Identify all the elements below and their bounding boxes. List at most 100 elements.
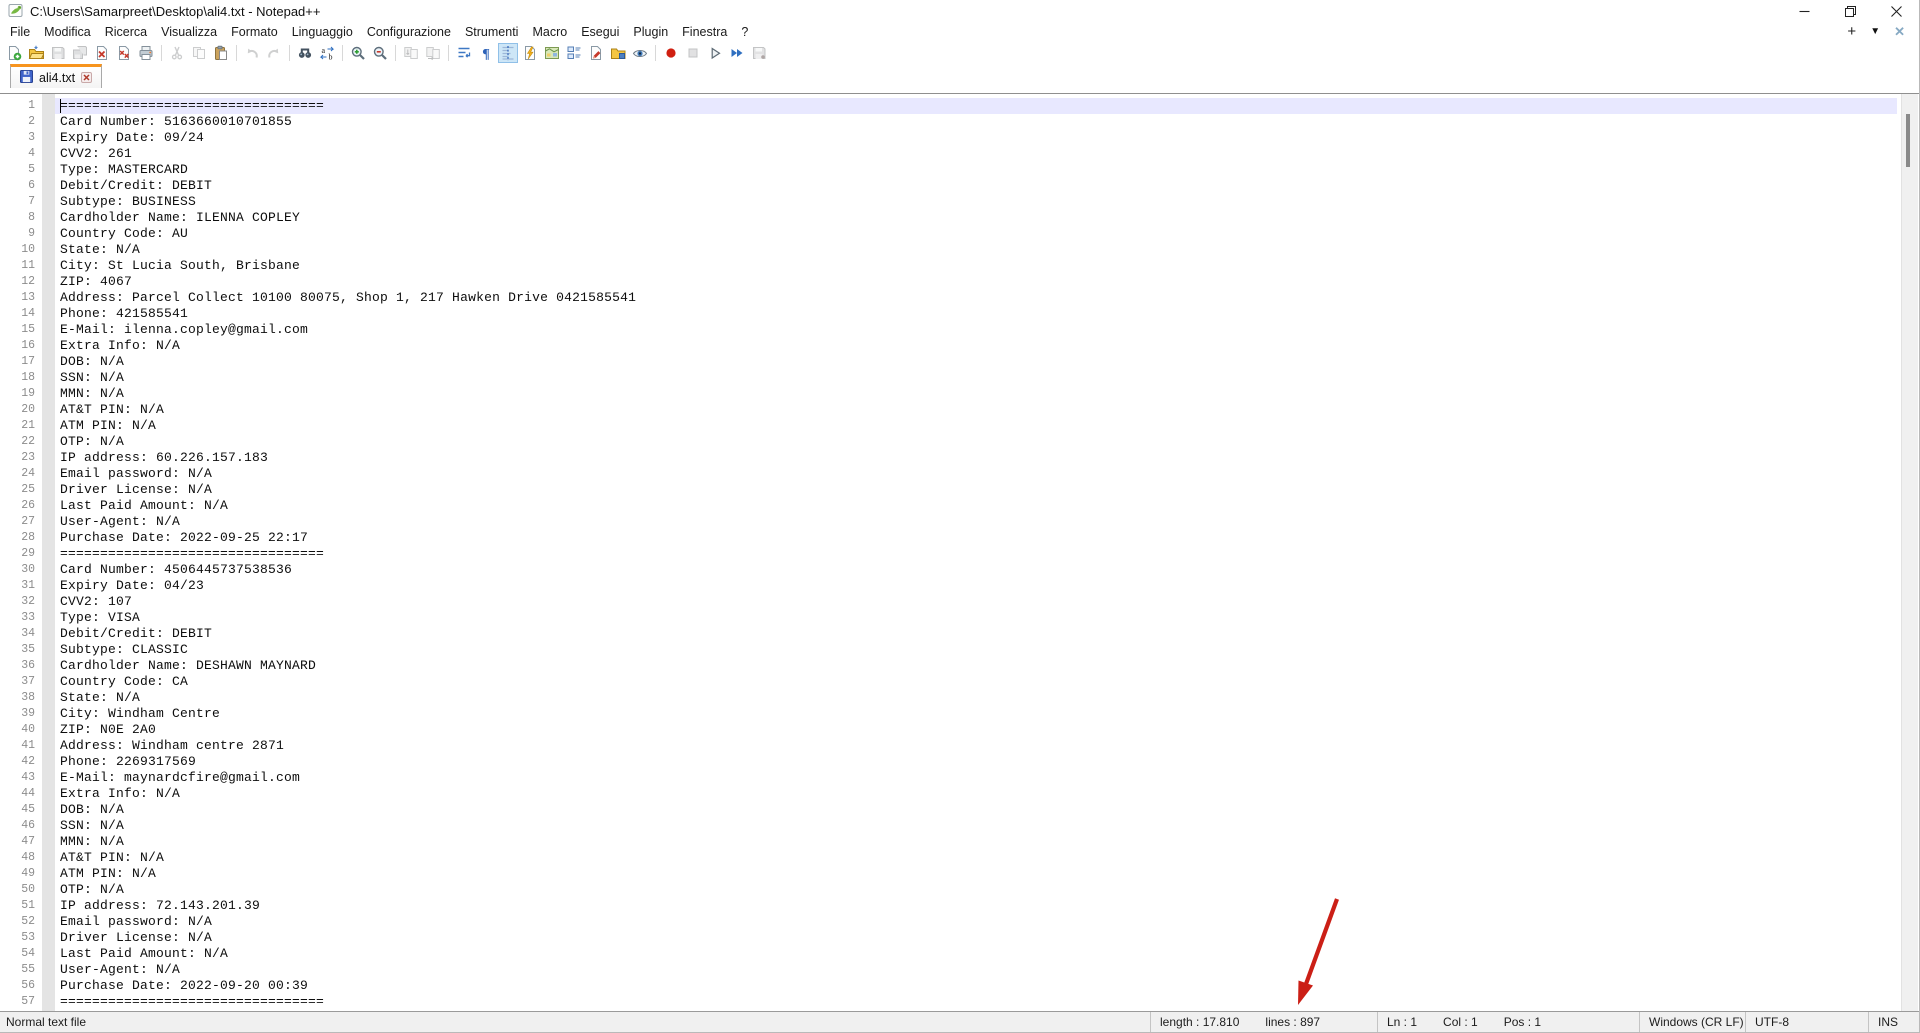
line-text[interactable]: E-Mail: maynardcfire@gmail.com <box>55 770 1897 786</box>
line-text[interactable]: Purchase Date: 2022-09-25 22:17 <box>55 530 1897 546</box>
replace-icon[interactable]: ab <box>317 43 337 63</box>
bookmark-margin-cell[interactable] <box>42 514 55 530</box>
line-number[interactable]: 17 <box>0 354 42 370</box>
macro-stop-icon[interactable] <box>683 43 703 63</box>
user-defined-language-icon[interactable] <box>520 43 540 63</box>
line-text[interactable]: MMN: N/A <box>55 386 1897 402</box>
bookmark-margin-cell[interactable] <box>42 210 55 226</box>
sync-vertical-icon[interactable] <box>401 43 421 63</box>
editor-line[interactable]: 39 City: Windham Centre <box>0 706 1897 722</box>
line-text[interactable]: Type: VISA <box>55 610 1897 626</box>
editor-line[interactable]: 31 Expiry Date: 04/23 <box>0 578 1897 594</box>
line-text[interactable]: City: St Lucia South, Brisbane <box>55 258 1897 274</box>
bookmark-margin-cell[interactable] <box>42 642 55 658</box>
editor-line[interactable]: 28 Purchase Date: 2022-09-25 22:17 <box>0 530 1897 546</box>
bookmark-margin-cell[interactable] <box>42 658 55 674</box>
editor-line[interactable]: 3 Expiry Date: 09/24 <box>0 130 1897 146</box>
editor-line[interactable]: 14 Phone: 421585541 <box>0 306 1897 322</box>
bookmark-margin-cell[interactable] <box>42 674 55 690</box>
line-number[interactable]: 26 <box>0 498 42 514</box>
cut-icon[interactable] <box>167 43 187 63</box>
line-number[interactable]: 29 <box>0 546 42 562</box>
editor-line[interactable]: 7 Subtype: BUSINESS <box>0 194 1897 210</box>
line-number[interactable]: 37 <box>0 674 42 690</box>
editor-line[interactable]: 51 IP address: 72.143.201.39 <box>0 898 1897 914</box>
editor-line[interactable]: 46 SSN: N/A <box>0 818 1897 834</box>
bookmark-margin-cell[interactable] <box>42 194 55 210</box>
line-number[interactable]: 22 <box>0 434 42 450</box>
menu-configurazione[interactable]: Configurazione <box>360 24 458 40</box>
menu-visualizza[interactable]: Visualizza <box>154 24 224 40</box>
editor-line[interactable]: 20 AT&T PIN: N/A <box>0 402 1897 418</box>
bookmark-margin-cell[interactable] <box>42 738 55 754</box>
editor-line[interactable]: 10 State: N/A <box>0 242 1897 258</box>
line-number[interactable]: 3 <box>0 130 42 146</box>
line-text[interactable]: ================================= <box>55 98 1897 114</box>
tab-ali4[interactable]: ali4.txt <box>10 64 103 88</box>
line-number[interactable]: 45 <box>0 802 42 818</box>
editor-line[interactable]: 15 E-Mail: ilenna.copley@gmail.com <box>0 322 1897 338</box>
editor-line[interactable]: 55 User-Agent: N/A <box>0 962 1897 978</box>
menu-linguaggio[interactable]: Linguaggio <box>285 24 360 40</box>
editor-line[interactable]: 5 Type: MASTERCARD <box>0 162 1897 178</box>
line-text[interactable]: CVV2: 261 <box>55 146 1897 162</box>
editor-line[interactable]: 52 Email password: N/A <box>0 914 1897 930</box>
line-number[interactable]: 20 <box>0 402 42 418</box>
close-button[interactable] <box>1873 0 1919 22</box>
editor-line[interactable]: 26 Last Paid Amount: N/A <box>0 498 1897 514</box>
bookmark-margin-cell[interactable] <box>42 386 55 402</box>
line-number[interactable]: 24 <box>0 466 42 482</box>
line-number[interactable]: 13 <box>0 290 42 306</box>
editor-line[interactable]: 44 Extra Info: N/A <box>0 786 1897 802</box>
editor-line[interactable]: 50 OTP: N/A <box>0 882 1897 898</box>
editor-line[interactable]: 37 Country Code: CA <box>0 674 1897 690</box>
line-text[interactable]: Extra Info: N/A <box>55 338 1897 354</box>
copy-icon[interactable] <box>189 43 209 63</box>
line-text[interactable]: Address: Parcel Collect 10100 80075, Sho… <box>55 290 1897 306</box>
editor-line[interactable]: 18 SSN: N/A <box>0 370 1897 386</box>
line-text[interactable]: OTP: N/A <box>55 882 1897 898</box>
open-file-icon[interactable] <box>26 43 46 63</box>
indent-guide-icon[interactable] <box>498 42 518 63</box>
new-file-icon[interactable] <box>4 43 24 63</box>
redo-icon[interactable] <box>264 43 284 63</box>
bookmark-margin-cell[interactable] <box>42 466 55 482</box>
line-text[interactable]: City: Windham Centre <box>55 706 1897 722</box>
line-text[interactable]: SSN: N/A <box>55 370 1897 386</box>
menu-esegui[interactable]: Esegui <box>574 24 626 40</box>
line-number[interactable]: 4 <box>0 146 42 162</box>
line-text[interactable]: Country Code: AU <box>55 226 1897 242</box>
line-number[interactable]: 47 <box>0 834 42 850</box>
bookmark-margin-cell[interactable] <box>42 114 55 130</box>
line-text[interactable]: Expiry Date: 04/23 <box>55 578 1897 594</box>
line-text[interactable]: Debit/Credit: DEBIT <box>55 626 1897 642</box>
editor-line[interactable]: 16 Extra Info: N/A <box>0 338 1897 354</box>
line-text[interactable]: ZIP: 4067 <box>55 274 1897 290</box>
bookmark-margin-cell[interactable] <box>42 930 55 946</box>
bookmark-margin-cell[interactable] <box>42 706 55 722</box>
bookmark-margin-cell[interactable] <box>42 530 55 546</box>
line-number[interactable]: 42 <box>0 754 42 770</box>
line-text[interactable]: SSN: N/A <box>55 818 1897 834</box>
line-number[interactable]: 36 <box>0 658 42 674</box>
line-text[interactable]: E-Mail: ilenna.copley@gmail.com <box>55 322 1897 338</box>
line-number[interactable]: 10 <box>0 242 42 258</box>
line-number[interactable]: 56 <box>0 978 42 994</box>
line-text[interactable]: Phone: 421585541 <box>55 306 1897 322</box>
tab-list-dropdown[interactable]: ▼ <box>1870 26 1880 37</box>
new-tab-button[interactable]: + <box>1847 23 1856 40</box>
bookmark-margin-cell[interactable] <box>42 306 55 322</box>
bookmark-margin-cell[interactable] <box>42 994 55 1010</box>
menu-plugin[interactable]: Plugin <box>626 24 675 40</box>
line-text[interactable]: DOB: N/A <box>55 802 1897 818</box>
line-number[interactable]: 35 <box>0 642 42 658</box>
undo-icon[interactable] <box>242 43 262 63</box>
menu-formato[interactable]: Formato <box>224 24 285 40</box>
editor-line[interactable]: 30 Card Number: 4506445737538536 <box>0 562 1897 578</box>
line-text[interactable]: Email password: N/A <box>55 466 1897 482</box>
editor-line[interactable]: 12 ZIP: 4067 <box>0 274 1897 290</box>
bookmark-margin-cell[interactable] <box>42 866 55 882</box>
zoom-out-icon[interactable] <box>370 43 390 63</box>
line-text[interactable]: Card Number: 4506445737538536 <box>55 562 1897 578</box>
editor-line[interactable]: 27 User-Agent: N/A <box>0 514 1897 530</box>
